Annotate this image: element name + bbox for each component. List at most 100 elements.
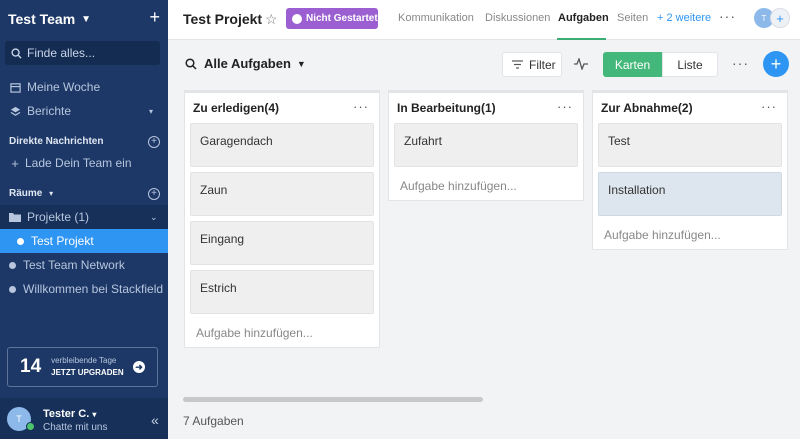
task-card[interactable]: Estrich (190, 270, 374, 314)
team-name[interactable]: Test Team (8, 11, 75, 27)
cards-view-button[interactable]: Karten (603, 52, 662, 77)
upgrade-button[interactable]: 14 verbleibende Tage JETZT UPGRADEN ➜ (7, 347, 158, 387)
sidebar-item-test-projekt[interactable]: Test Projekt (0, 229, 168, 253)
column-header: Zur Abnahme(2) ··· (593, 93, 787, 123)
sidebar-item-label: Meine Woche (27, 80, 101, 94)
layers-icon (9, 105, 21, 117)
task-card[interactable]: Test (598, 123, 782, 167)
sidebar-item-label: Test Team Network (23, 258, 125, 272)
chevron-down-icon[interactable]: ▼ (81, 14, 91, 25)
kanban-column: In Bearbeitung(1) ··· Zufahrt Aufgabe hi… (388, 90, 584, 201)
caret-icon: ▾ (92, 410, 97, 419)
topbar: Test Projekt ☆ Nicht Gestartet Kommunika… (168, 0, 800, 40)
task-card[interactable]: Zaun (190, 172, 374, 216)
filter-icon (512, 60, 523, 69)
chat-with-us-link[interactable]: Chatte mit uns (43, 422, 107, 433)
kanban-column: Zur Abnahme(2) ··· Test Installation Auf… (592, 90, 788, 250)
tab-kommunikation[interactable]: Kommunikation (398, 12, 474, 24)
column-menu-icon[interactable]: ··· (761, 99, 777, 114)
status-label: Nicht Gestartet (306, 13, 378, 24)
add-task-link[interactable]: Aufgabe hinzufügen... (389, 172, 583, 200)
plus-icon: + (11, 155, 19, 171)
more-options-icon[interactable]: ··· (732, 55, 749, 71)
user-name: Tester C. (43, 408, 90, 420)
upgrade-text: verbleibende Tage JETZT UPGRADEN (51, 355, 123, 379)
search-input[interactable]: Finde alles... (5, 41, 160, 65)
arrow-right-icon: ➜ (133, 361, 145, 373)
calendar-icon (9, 81, 21, 93)
sidebar-item-label: Test Projekt (31, 234, 94, 248)
sidebar-item-channel[interactable]: Willkommen bei Stackfield (0, 277, 168, 301)
user-menu[interactable]: Tester C. ▾ (43, 408, 96, 420)
task-card[interactable]: Installation (598, 172, 782, 216)
view-title: Alle Aufgaben (204, 56, 291, 71)
direct-messages-title: Direkte Nachrichten (9, 136, 104, 147)
tab-seiten[interactable]: Seiten (617, 12, 648, 24)
column-title: Zur Abnahme(2) (601, 101, 693, 115)
task-card[interactable]: Eingang (190, 221, 374, 265)
status-badge[interactable]: Nicht Gestartet (286, 8, 378, 29)
upgrade-line2: JETZT UPGRADEN (51, 368, 124, 377)
more-options-icon[interactable]: ··· (719, 8, 736, 24)
more-tabs-link[interactable]: + 2 weitere (657, 12, 711, 24)
task-card[interactable]: Garagendach (190, 123, 374, 167)
task-card[interactable]: Zufahrt (394, 123, 578, 167)
rooms-title[interactable]: Räume ▾ (9, 188, 53, 199)
task-count: 7 Aufgaben (183, 414, 244, 428)
tab-aufgaben[interactable]: Aufgaben (558, 12, 609, 24)
sidebar-item-projects-group[interactable]: Projekte (1) ⌄ (0, 205, 168, 229)
add-room-icon[interactable]: + (148, 188, 160, 200)
upgrade-line1: verbleibende Tage (51, 356, 117, 365)
column-title: Zu erledigen(4) (193, 101, 280, 115)
column-header: Zu erledigen(4) ··· (185, 93, 379, 123)
active-tab-indicator (557, 38, 606, 40)
online-status-icon (26, 422, 35, 431)
sidebar-item-label: Lade Dein Team ein (25, 156, 132, 170)
team-switcher[interactable]: Test Team ▼ + (8, 7, 160, 29)
sidebar-item-reports[interactable]: Berichte ▾ (0, 99, 168, 123)
star-icon[interactable]: ☆ (265, 11, 278, 28)
projects-group-row[interactable]: Projekte (1) ⌄ (0, 205, 168, 229)
sidebar-item-label: Projekte (1) (27, 210, 90, 224)
add-task-link[interactable]: Aufgabe hinzufügen... (593, 221, 787, 249)
view-selector[interactable]: Alle Aufgaben ▼ (185, 56, 306, 71)
add-task-button[interactable]: + (763, 51, 789, 77)
dot-icon (9, 261, 16, 269)
trial-days-count: 14 (20, 356, 42, 377)
filter-label: Filter (529, 57, 556, 72)
column-title: In Bearbeitung(1) (397, 101, 496, 115)
add-task-link[interactable]: Aufgabe hinzufügen... (185, 319, 379, 347)
rooms-label: Räume (9, 188, 43, 199)
status-icon (292, 13, 302, 24)
caret-icon[interactable]: ▾ (149, 107, 153, 116)
dot-icon (9, 285, 16, 293)
add-direct-message-icon[interactable]: + (148, 136, 160, 148)
tab-diskussionen[interactable]: Diskussionen (485, 12, 550, 24)
filter-button[interactable]: Filter (502, 52, 562, 77)
sidebar: Test Team ▼ + Finde alles... Meine Woche… (0, 0, 168, 439)
sidebar-item-my-week[interactable]: Meine Woche (0, 75, 168, 99)
add-member-button[interactable]: + (770, 8, 790, 28)
column-menu-icon[interactable]: ··· (353, 99, 369, 114)
list-view-button[interactable]: Liste (662, 52, 718, 77)
column-header: In Bearbeitung(1) ··· (389, 93, 583, 123)
chevron-down-icon: ▼ (296, 58, 306, 69)
kanban-column: Zu erledigen(4) ··· Garagendach Zaun Ein… (184, 90, 380, 348)
chevron-down-icon: ▾ (49, 189, 54, 198)
chevron-down-icon: ⌄ (150, 211, 158, 222)
folder-icon (9, 211, 21, 223)
page-title: Test Projekt (183, 11, 263, 27)
sidebar-item-label: Berichte (27, 104, 72, 118)
invite-team-item[interactable]: + Lade Dein Team ein (0, 151, 168, 175)
user-bar: T Tester C. ▾ Chatte mit uns « (0, 398, 168, 439)
search-icon (185, 57, 197, 70)
sidebar-item-label: Willkommen bei Stackfield (23, 282, 164, 296)
column-menu-icon[interactable]: ··· (557, 99, 573, 114)
activity-icon[interactable] (574, 58, 588, 70)
search-placeholder: Finde alles... (27, 46, 96, 60)
sidebar-item-channel[interactable]: Test Team Network (0, 253, 168, 277)
search-icon (11, 47, 22, 59)
collapse-sidebar-icon[interactable]: « (151, 412, 159, 428)
add-icon[interactable]: + (149, 7, 160, 28)
horizontal-scrollbar[interactable] (183, 397, 483, 402)
